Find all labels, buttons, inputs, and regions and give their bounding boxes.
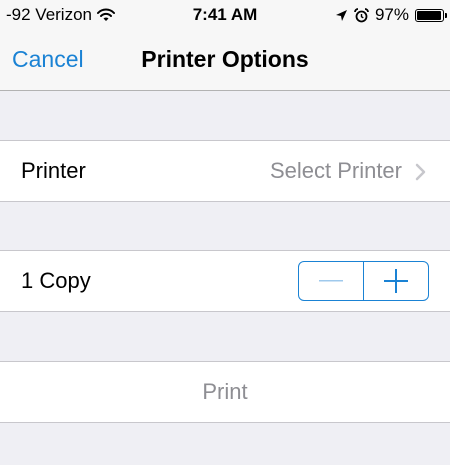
battery-fill (417, 10, 442, 20)
select-printer-value: Select Printer (269, 158, 402, 183)
print-button[interactable]: Print (0, 379, 450, 405)
decrement-button[interactable] (299, 262, 363, 300)
battery-percent: 97% (374, 5, 409, 24)
navigation-bar: Cancel Printer Options (0, 30, 450, 91)
status-bar-right: 97% (335, 5, 447, 25)
alarm-clock-icon (354, 7, 369, 22)
page-title: Printer Options (141, 46, 309, 72)
copies-stepper[interactable] (298, 261, 429, 301)
copies-label: 1 Copy (21, 268, 91, 293)
printer-label: Printer (21, 158, 86, 183)
chevron-right-icon (415, 163, 426, 181)
location-arrow-icon (335, 9, 347, 21)
copies-row: 1 Copy (0, 250, 450, 312)
plus-icon (384, 269, 409, 293)
battery-nub (445, 12, 447, 18)
status-bar: -92 Verizon 7:41 AM 97% (0, 0, 450, 30)
print-row[interactable]: Print (0, 361, 450, 423)
printer-row[interactable]: Printer Select Printer (0, 140, 450, 202)
increment-button[interactable] (364, 262, 428, 300)
minus-icon (318, 280, 343, 282)
battery-icon (415, 8, 447, 22)
